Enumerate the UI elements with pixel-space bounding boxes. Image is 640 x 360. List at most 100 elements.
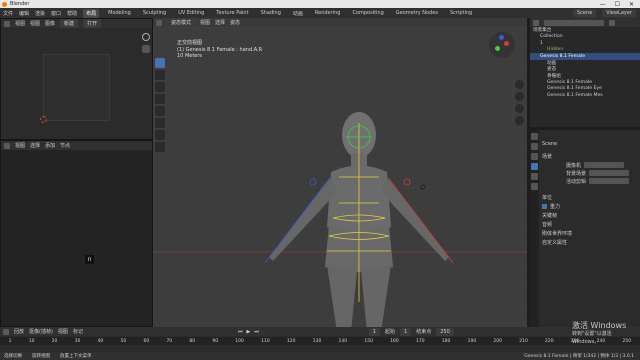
node-menu-add[interactable]: 添加	[45, 142, 55, 149]
scene-name: Scene	[542, 141, 558, 147]
measure-tool[interactable]	[155, 142, 165, 152]
tab-geometry-nodes[interactable]: Geometry Nodes	[393, 9, 441, 17]
current-frame-field[interactable]: 1	[368, 327, 381, 336]
annotate-tool[interactable]	[155, 130, 165, 140]
image-canvas[interactable]	[43, 54, 110, 121]
filter-icon[interactable]	[609, 19, 615, 26]
menu-edit[interactable]: 编辑	[19, 10, 29, 17]
bg-scene-field[interactable]	[589, 170, 630, 176]
jump-start-icon[interactable]: ⏮	[238, 329, 243, 335]
image-menu-view[interactable]: 视图	[15, 20, 25, 27]
move-tool[interactable]	[155, 82, 165, 92]
timeline-menu-marker[interactable]: 标记	[73, 328, 83, 335]
rotate-tool[interactable]	[155, 94, 165, 104]
start-frame-field[interactable]: 1	[400, 327, 412, 336]
timeline-menu-keying[interactable]: 抠像(插帧)	[29, 328, 53, 335]
image-menu-image[interactable]: 图像	[45, 20, 55, 27]
close-button[interactable]: ✕	[629, 1, 634, 8]
viewport-nav-buttons	[515, 80, 524, 125]
timeline-menu-view[interactable]: 视图	[58, 328, 68, 335]
panel-units[interactable]: 单位	[542, 193, 636, 202]
active-clip-field[interactable]	[589, 178, 630, 184]
tab-texture-paint[interactable]: Texture Paint	[213, 9, 251, 17]
timeline-type-icon[interactable]	[3, 328, 9, 335]
view-layer-selector[interactable]: ViewLayer	[602, 9, 636, 17]
ruler-tick-label: 50	[120, 338, 127, 344]
world-tab-icon[interactable]	[531, 173, 538, 180]
tab-compositing[interactable]: Compositing	[349, 9, 386, 17]
tab-uv-editing[interactable]: UV Editing	[175, 9, 207, 17]
scale-tool[interactable]	[155, 106, 165, 116]
tab-rendering[interactable]: Rendering	[312, 9, 344, 17]
cursor-tool[interactable]	[155, 70, 165, 80]
tab-shading[interactable]: Shading	[258, 9, 284, 17]
timeline-ruler[interactable]: 1 10 20 30 40 50 60 70 80 90 100 110 120 130 140 150 160…	[0, 337, 640, 345]
image-menu-view2[interactable]: 视图	[30, 20, 40, 27]
panel-gravity[interactable]: 重力	[542, 202, 636, 211]
node-menu-select[interactable]: 选择	[30, 142, 40, 149]
camera-field[interactable]	[584, 162, 625, 168]
tab-layout[interactable]: 布局	[83, 8, 100, 18]
status-stats: Genesis 8.1 Female | 骨架 1/342 | 物体 1/3 |…	[524, 354, 634, 359]
pan-view-icon[interactable]	[515, 92, 524, 101]
editor-type-icon[interactable]	[4, 20, 10, 27]
select-box-tool[interactable]	[155, 58, 165, 68]
viewport-menu-select[interactable]: 选择	[215, 19, 225, 26]
3d-viewport[interactable]: 姿态模式 视图 选择 姿态 正交前视图 (1) Genesis 8.1 Fema…	[153, 18, 527, 327]
viewport-menu-view[interactable]: 视图	[200, 19, 210, 26]
jump-end-icon[interactable]: ⏭	[254, 329, 259, 335]
render-tab-icon[interactable]	[531, 143, 538, 150]
panel-keyframes[interactable]: 关键帧	[542, 211, 636, 220]
outliner-search-input[interactable]	[544, 19, 604, 26]
viewport-type-icon[interactable]	[156, 19, 162, 26]
mode-selector[interactable]: 姿态模式	[167, 18, 196, 27]
scene-selector[interactable]: Scene	[572, 9, 597, 17]
camera-view-icon[interactable]	[515, 104, 524, 113]
ruler-tick-label: 80	[189, 338, 196, 344]
minimize-button[interactable]: —	[600, 1, 606, 8]
timeline-menu-playback[interactable]: 回放	[14, 328, 24, 335]
viewport-header: 姿态模式 视图 选择 姿态	[153, 18, 527, 27]
ruler-tick-label: 120	[286, 338, 296, 344]
panel-rigidbody-world[interactable]: 刚体世界环境	[542, 229, 636, 238]
maximize-button[interactable]: ☐	[615, 1, 620, 8]
z-axis-icon[interactable]	[499, 35, 504, 40]
zoom-icon[interactable]	[142, 33, 150, 41]
scene-tab-icon[interactable]	[531, 163, 538, 170]
tab-modeling[interactable]: Modeling	[105, 9, 134, 17]
viewport-menu-pose[interactable]: 姿态	[230, 19, 240, 26]
menu-render[interactable]: 渲染	[35, 10, 45, 17]
gravity-checkbox[interactable]	[542, 204, 547, 209]
node-editor[interactable]: 视图 选择 添加 节点 n	[0, 140, 153, 327]
tab-scripting[interactable]: Scripting	[447, 9, 475, 17]
ortho-toggle-icon[interactable]	[515, 116, 524, 125]
menu-help[interactable]: 帮助	[67, 10, 77, 17]
end-frame-field[interactable]: 250	[436, 327, 454, 336]
transform-tool[interactable]	[155, 118, 165, 128]
panel-scene[interactable]: 场景	[542, 152, 636, 161]
navigation-gizmo[interactable]	[489, 32, 515, 58]
image-open-button[interactable]: 打开	[83, 19, 102, 28]
hand-pan-icon[interactable]	[142, 45, 150, 53]
node-menu-node[interactable]: 节点	[60, 142, 70, 149]
play-icon[interactable]: ▶	[246, 329, 250, 335]
tool-tab-icon[interactable]	[531, 133, 538, 140]
x-axis-icon[interactable]	[504, 41, 509, 46]
image-editor[interactable]: 视图 视图 图像 新建 打开	[0, 18, 153, 140]
output-tab-icon[interactable]	[531, 153, 538, 160]
outliner-row[interactable]: Genesis 8.1 Female Mes	[530, 92, 640, 99]
image-new-button[interactable]: 新建	[60, 19, 79, 28]
menu-window[interactable]: 窗口	[51, 10, 61, 17]
object-tab-icon[interactable]	[531, 183, 538, 190]
y-axis-icon[interactable]	[495, 46, 500, 51]
active-clip-label: 活动剪辑	[566, 178, 587, 185]
outliner-type-icon[interactable]	[533, 19, 539, 26]
menu-file[interactable]: 文件	[3, 10, 13, 17]
node-editor-type-icon[interactable]	[4, 142, 10, 149]
node-menu-view[interactable]: 视图	[15, 142, 25, 149]
zoom-view-icon[interactable]	[515, 80, 524, 89]
panel-custom-props[interactable]: 自定义属性	[542, 238, 636, 247]
tab-sculpting[interactable]: Sculpting	[140, 9, 169, 17]
tab-animation[interactable]: 动画	[290, 9, 306, 18]
panel-audio[interactable]: 音频	[542, 220, 636, 229]
